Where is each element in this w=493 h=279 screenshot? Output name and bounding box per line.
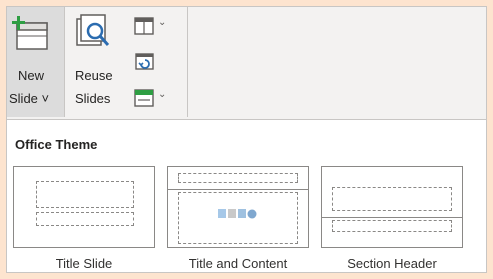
- layout-thumbnail: [167, 166, 309, 248]
- new-slide-label-line2[interactable]: Slide ˅: [9, 91, 49, 106]
- app-window: New Slide ˅ Reuse Slides ⌄ ⌄ Office Them…: [6, 6, 487, 273]
- layout-gallery: Office Theme Title Slide Title and Conte…: [7, 119, 486, 272]
- layout-thumbnail: [321, 166, 463, 248]
- layout-title-slide[interactable]: Title Slide: [13, 166, 155, 272]
- gallery-title: Office Theme: [15, 137, 98, 152]
- layout-thumbnail: [13, 166, 155, 248]
- chevron-down-icon: ⌄: [158, 17, 167, 28]
- new-slide-label-line1: New: [18, 68, 45, 83]
- layout-label: Title and Content: [188, 256, 288, 271]
- text-placeholder: [332, 220, 452, 232]
- layout-button[interactable]: ⌄: [131, 13, 171, 39]
- content-icons: [218, 209, 257, 219]
- title-placeholder: [178, 173, 298, 183]
- reset-icon: [135, 53, 154, 70]
- reuse-slides-label-line1: Reuse: [75, 68, 113, 83]
- title-placeholder: [36, 181, 134, 208]
- layout-icon: [134, 17, 154, 35]
- divider: [168, 189, 308, 190]
- section-button[interactable]: ⌄: [131, 85, 171, 111]
- subtitle-placeholder: [36, 212, 134, 226]
- title-placeholder: [332, 187, 452, 211]
- ribbon-separator: [187, 7, 188, 117]
- layout-section-header[interactable]: Section Header: [321, 166, 463, 272]
- ribbon-slides-group: New Slide ˅ Reuse Slides ⌄ ⌄: [7, 7, 486, 119]
- section-icon: [134, 89, 154, 107]
- layout-label: Section Header: [347, 256, 437, 271]
- layout-label: Title Slide: [55, 256, 113, 271]
- reuse-slides-label-line2: Slides: [75, 91, 111, 106]
- chevron-down-icon: ⌄: [158, 89, 167, 100]
- reuse-slides-button[interactable]: Reuse Slides: [67, 7, 127, 117]
- new-slide-button[interactable]: New Slide ˅: [7, 7, 65, 117]
- reuse-slides-icon: [76, 14, 110, 46]
- layout-title-and-content[interactable]: Title and Content: [167, 166, 309, 272]
- reset-button[interactable]: [131, 48, 171, 74]
- new-slide-icon: [12, 16, 48, 50]
- divider: [322, 217, 462, 218]
